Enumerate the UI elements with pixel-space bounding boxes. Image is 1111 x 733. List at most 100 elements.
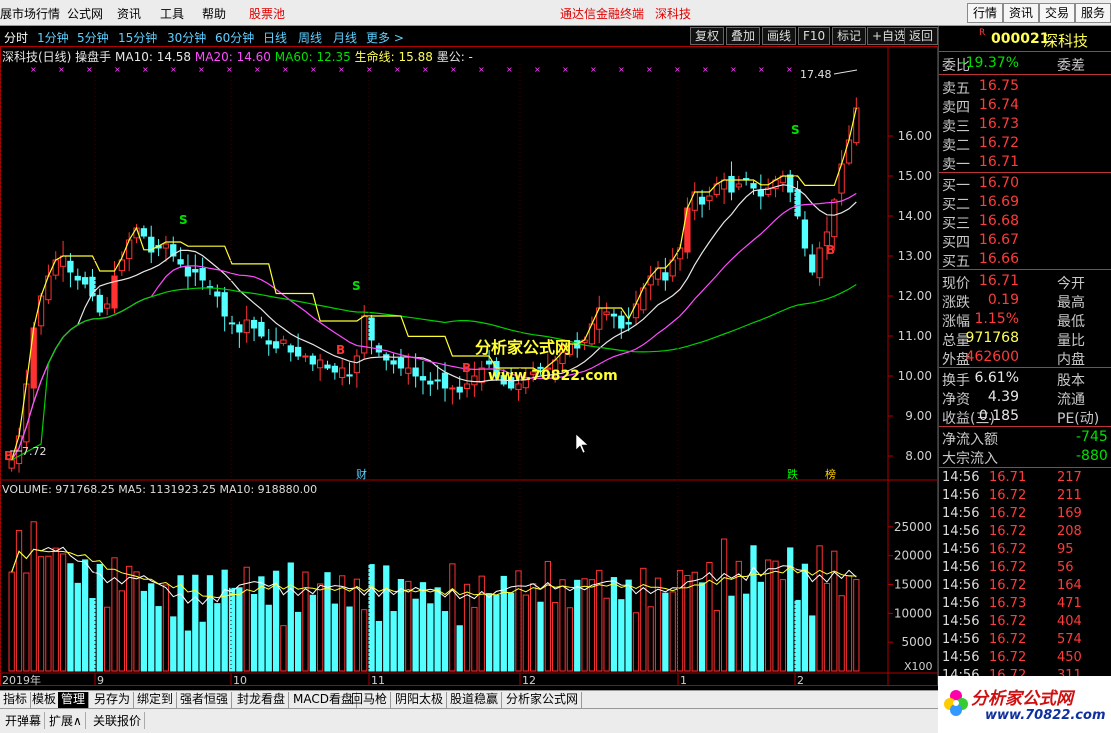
volume-bar bbox=[772, 560, 779, 672]
menu-market[interactable]: 展市场行情 bbox=[0, 5, 60, 22]
bottom-tab[interactable]: 分析家公式网 bbox=[503, 692, 583, 708]
tf-30min[interactable]: 30分钟 bbox=[167, 29, 206, 46]
btn-adjust[interactable]: 复权 bbox=[690, 27, 725, 45]
bottom-tab[interactable]: 股道稳赢 bbox=[447, 692, 503, 708]
tick-row: 14:56 16.72 574 bbox=[939, 631, 1111, 649]
candle-body bbox=[199, 268, 206, 281]
tf-monthly[interactable]: 月线 bbox=[333, 29, 357, 46]
tf-1min[interactable]: 1分钟 bbox=[37, 29, 69, 46]
tf-60min[interactable]: 60分钟 bbox=[215, 29, 254, 46]
volume-bar bbox=[383, 565, 390, 672]
volume-bar bbox=[302, 571, 309, 672]
top-x-marker: × bbox=[506, 65, 513, 74]
buy-level-row: 买一 16.70 bbox=[939, 174, 1111, 194]
tf-more[interactable]: 更多 > bbox=[366, 29, 404, 46]
stat-label2: 最低 bbox=[1057, 314, 1085, 330]
tf-daily[interactable]: 日线 bbox=[263, 29, 287, 46]
sell-level-label: 卖五 bbox=[942, 81, 970, 97]
bottom-tab[interactable]: 管理 bbox=[58, 692, 90, 708]
stat-label2: 最高 bbox=[1057, 295, 1085, 311]
bottom-tab[interactable]: 强者恒强 bbox=[177, 692, 233, 708]
time-tick-label: 11 bbox=[371, 674, 385, 686]
flow-row: 净流入额 -745 bbox=[939, 428, 1111, 448]
menu-help[interactable]: 帮助 bbox=[202, 5, 226, 22]
stat-row: 现价 16.71 今开 bbox=[939, 272, 1111, 292]
volume-bar bbox=[463, 583, 471, 672]
finance-event-marker: 财 bbox=[356, 467, 367, 481]
btn-quotes[interactable]: 行情 bbox=[967, 3, 1004, 23]
btn-news[interactable]: 资讯 bbox=[1003, 3, 1040, 23]
btn-service[interactable]: 服务 bbox=[1075, 3, 1111, 23]
volume-bar bbox=[552, 602, 559, 672]
candle-body bbox=[294, 346, 302, 357]
buy-level-label: 买四 bbox=[942, 235, 970, 251]
window-title: 通达信金融终端 bbox=[560, 7, 645, 21]
buy-level-price: 16.67 bbox=[978, 232, 1019, 248]
menu-tools[interactable]: 工具 bbox=[160, 5, 184, 22]
kline-chart[interactable]: 16.00 15.00 14.00 13.00 12.00 11.00 10.00 9.00 8… bbox=[0, 46, 938, 686]
status-bar-button[interactable]: 开弹幕 bbox=[2, 712, 46, 729]
bottom-tab[interactable]: 阴阳太极 bbox=[392, 692, 448, 708]
tick-row: 14:56 16.73 471 bbox=[939, 595, 1111, 613]
menu-news[interactable]: 资讯 bbox=[117, 5, 141, 22]
top-x-marker: × bbox=[758, 65, 765, 74]
finance-value: 4.39 bbox=[987, 389, 1019, 405]
volume-bar bbox=[691, 571, 698, 672]
tick-volume: 450 bbox=[1057, 650, 1082, 665]
volume-bar bbox=[81, 559, 89, 672]
candle-body bbox=[757, 189, 764, 197]
btn-f10[interactable]: F10 bbox=[798, 27, 831, 45]
volume-bar bbox=[853, 579, 860, 672]
bottom-tab[interactable]: 回马枪 bbox=[348, 692, 392, 708]
buy-level-row: 买五 16.66 bbox=[939, 250, 1111, 270]
bottom-tab[interactable]: 绑定到 bbox=[134, 692, 178, 708]
bottom-tab[interactable]: MACD看盘 bbox=[290, 692, 357, 708]
tf-15min[interactable]: 15分钟 bbox=[118, 29, 157, 46]
bottom-tab[interactable]: 指标 bbox=[0, 692, 32, 708]
bottom-tab[interactable]: 另存为 bbox=[91, 692, 135, 708]
candle-body bbox=[845, 139, 853, 164]
top-x-marker: × bbox=[450, 65, 457, 74]
tf-weekly[interactable]: 周线 bbox=[298, 29, 322, 46]
status-bar-button[interactable]: 扩展∧ bbox=[46, 712, 86, 729]
volume-bar bbox=[126, 565, 133, 672]
volume-tick-label: 25000 bbox=[894, 520, 932, 534]
btn-draw[interactable]: 画线 bbox=[762, 27, 797, 45]
btn-overlay[interactable]: 叠加 bbox=[726, 27, 761, 45]
high-price-label: 17.48 bbox=[800, 68, 832, 81]
tick-price: 16.72 bbox=[989, 650, 1027, 665]
volume-bar bbox=[104, 606, 111, 672]
divider bbox=[939, 426, 1111, 427]
status-bar-button[interactable]: 关联报价 bbox=[90, 712, 146, 729]
volume-bar bbox=[206, 575, 214, 672]
stock-name: 深科技 bbox=[1043, 32, 1089, 50]
volume-bar bbox=[412, 598, 419, 672]
volume-bar bbox=[765, 559, 772, 672]
divider bbox=[939, 269, 1111, 270]
btn-trade[interactable]: 交易 bbox=[1039, 3, 1076, 23]
tick-time: 14:56 bbox=[942, 560, 980, 575]
volume-bar bbox=[779, 579, 787, 672]
volume-bar bbox=[698, 582, 706, 672]
btn-back[interactable]: 返回 bbox=[904, 27, 938, 45]
volume-bar bbox=[654, 577, 662, 672]
menu-formula[interactable]: 公式网 bbox=[67, 5, 103, 22]
price-tick-label: 15.00 bbox=[898, 169, 932, 183]
sell-signal-marker: S bbox=[179, 213, 188, 227]
tick-volume: 471 bbox=[1057, 596, 1082, 611]
candle-body bbox=[96, 294, 103, 313]
legend-life: 生命线: 15.88 bbox=[354, 50, 433, 64]
quote-panel: R 000021 深科技 委比 -19.37% 委差 卖五 16.75 卖四 16.7… bbox=[938, 26, 1111, 686]
btn-mark[interactable]: 标记 bbox=[832, 27, 867, 45]
top-x-marker: × bbox=[30, 65, 37, 74]
tf-5min[interactable]: 5分钟 bbox=[77, 29, 109, 46]
bottom-tab[interactable]: 模板 bbox=[29, 692, 61, 708]
tf-intraday[interactable]: 分时 bbox=[4, 29, 28, 46]
menu-stock-pool[interactable]: 股票池 bbox=[249, 5, 285, 22]
volume-bar bbox=[816, 545, 823, 672]
vol-legend-ma5: MA5: 1131923.25 bbox=[118, 483, 216, 496]
flow-label: 净流入额 bbox=[942, 432, 998, 448]
top-x-marker: × bbox=[646, 65, 653, 74]
bottom-tab[interactable]: 封龙看盘 bbox=[234, 692, 290, 708]
stat-value: 462600 bbox=[965, 349, 1019, 365]
